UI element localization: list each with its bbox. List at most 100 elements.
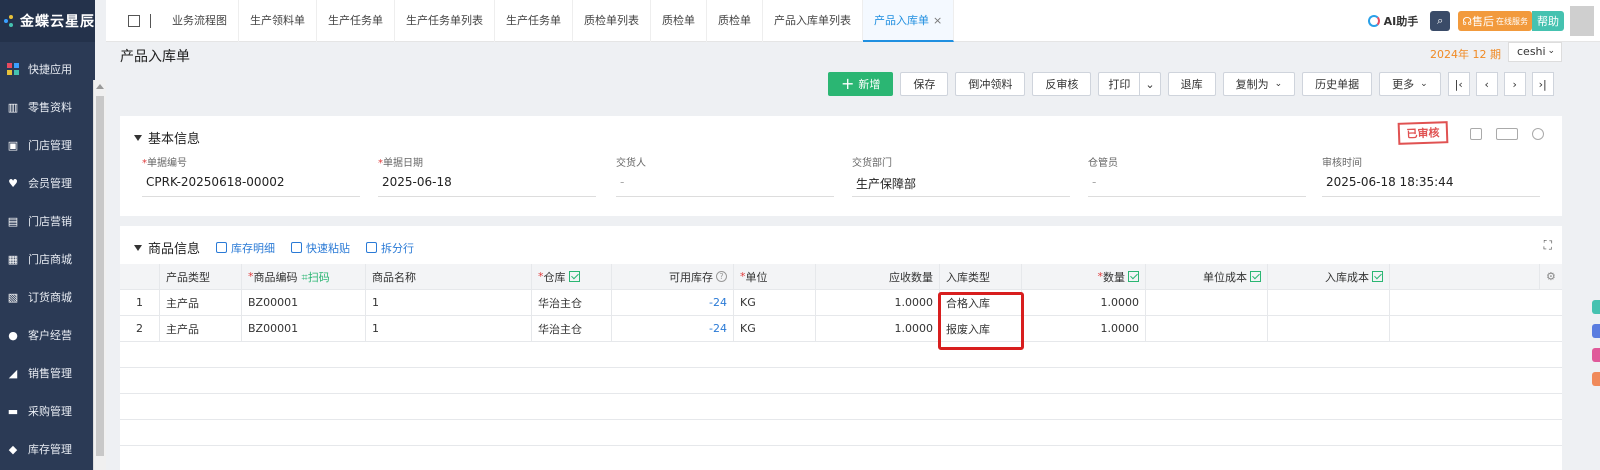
empty-row[interactable]	[120, 420, 1562, 446]
quick-paste-link[interactable]: 快速粘贴	[291, 240, 350, 256]
tab-production-task-list[interactable]: 生产任务单列表	[395, 0, 495, 42]
sidebar-item-store-marketing[interactable]: ▤ 门店营销	[0, 202, 95, 240]
help-button[interactable]: 帮助	[1532, 11, 1564, 31]
gear-icon[interactable]	[1532, 128, 1544, 140]
plus-icon: +	[841, 74, 855, 93]
empty-row[interactable]	[120, 368, 1562, 394]
next-record-button[interactable]: ›	[1503, 72, 1526, 96]
sidebar-item-store-mall[interactable]: ▦ 门店商城	[0, 240, 95, 278]
last-record-button[interactable]: ›|	[1531, 72, 1554, 96]
batch-edit-icon[interactable]	[1372, 271, 1383, 282]
tab-production-task-2[interactable]: 生产任务单	[495, 0, 573, 42]
reverse-picking-button[interactable]: 倒冲领料	[955, 72, 1026, 96]
scrollbar-thumb[interactable]	[96, 96, 104, 456]
tab-production-task[interactable]: 生产任务单	[317, 0, 395, 42]
cell-warehouse[interactable]: 华治主仓	[532, 316, 612, 341]
float-tool-icon[interactable]	[1592, 300, 1600, 314]
batch-edit-icon[interactable]	[1128, 271, 1139, 282]
collapse-triangle-icon[interactable]	[134, 244, 142, 251]
scan-button[interactable]: ⌗扫码	[302, 269, 330, 285]
empty-row[interactable]	[120, 446, 1562, 470]
fullscreen-icon[interactable]: ⛶	[1544, 238, 1552, 253]
tab-product-inbound-list[interactable]: 产品入库单列表	[763, 0, 863, 42]
cell-in-cost[interactable]	[1268, 290, 1390, 315]
copy-as-button[interactable]: 复制为 ⌄	[1222, 72, 1296, 96]
delivery-dept-value[interactable]: 生产保障部	[852, 175, 1070, 197]
deliverer-value[interactable]: -	[616, 175, 834, 197]
cell-type[interactable]: 主产品	[160, 290, 242, 315]
prev-record-button[interactable]: ‹	[1475, 72, 1498, 96]
cell-unit[interactable]: KG	[734, 316, 816, 341]
sidebar-item-purchase-management[interactable]: ▬ 采购管理	[0, 392, 95, 430]
sidebar-item-order-mall[interactable]: ▧ 订货商城	[0, 278, 95, 316]
empty-row[interactable]	[120, 342, 1562, 368]
tab-qc-list[interactable]: 质检单列表	[573, 0, 651, 42]
cell-name[interactable]: 1	[366, 290, 532, 315]
close-icon[interactable]: ×	[933, 14, 942, 27]
cell-qty[interactable]: 1.0000	[1022, 290, 1146, 315]
save-button[interactable]: 保存	[900, 72, 949, 96]
sidebar-item-retail-data[interactable]: ▥ 零售资料	[0, 88, 95, 126]
help-icon[interactable]: ?	[716, 271, 727, 282]
cell-qty[interactable]: 1.0000	[1022, 316, 1146, 341]
sidebar: 金蝶云星辰 快捷应用 ▥ 零售资料 ▣ 门店管理 ♥ 会员管理 ▤ 门店营销 ▦ 门店商城…	[0, 0, 95, 470]
brand-logo[interactable]: 金蝶云星辰	[0, 0, 95, 42]
sidebar-item-quick-apps[interactable]: 快捷应用	[0, 50, 95, 88]
tab-qc-2[interactable]: 质检单	[707, 0, 763, 42]
unaudit-button[interactable]: 反审核	[1032, 72, 1092, 96]
cell-unit[interactable]: KG	[734, 290, 816, 315]
tab-business-flow[interactable]: 业务流程图	[161, 0, 239, 42]
cell-name[interactable]: 1	[366, 316, 532, 341]
first-record-button[interactable]: |‹	[1447, 72, 1470, 96]
cell-stock[interactable]: -24	[612, 316, 734, 341]
split-row-link[interactable]: 拆分行	[366, 240, 414, 256]
table-row[interactable]: 1 主产品 BZ00001 1 华治主仓 -24 KG 1.0000 合格入库 …	[120, 290, 1562, 316]
cell-code[interactable]: BZ00001	[242, 316, 366, 341]
cell-stock[interactable]: -24	[612, 290, 734, 315]
home-icon[interactable]	[128, 14, 140, 27]
service-button[interactable]: ☊ 售后 在线服务	[1458, 11, 1532, 31]
avatar[interactable]	[1570, 6, 1594, 36]
keyboard-icon[interactable]	[1496, 128, 1518, 140]
scroll-up-arrow-icon[interactable]	[96, 84, 104, 89]
accounting-period[interactable]: 2024年 12 期	[1430, 46, 1501, 62]
float-tool-icon[interactable]	[1592, 324, 1600, 338]
tab-production-picking[interactable]: 生产领料单	[239, 0, 317, 42]
ai-assistant-button[interactable]: AI助手	[1367, 13, 1418, 29]
sidebar-item-sales-management[interactable]: ◢ 销售管理	[0, 354, 95, 392]
sidebar-item-inventory-management[interactable]: ◆ 库存管理	[0, 430, 95, 468]
batch-edit-icon[interactable]	[1250, 271, 1261, 282]
sidebar-item-customer-operation[interactable]: ● 客户经营	[0, 316, 95, 354]
stock-detail-link[interactable]: 库存明细	[216, 240, 275, 256]
float-tool-icon[interactable]	[1592, 348, 1600, 362]
sidebar-scrollbar[interactable]	[93, 80, 106, 470]
cell-unit-cost[interactable]	[1146, 316, 1268, 341]
cell-type[interactable]: 主产品	[160, 316, 242, 341]
history-button[interactable]: 历史单据	[1302, 72, 1373, 96]
warehouse-keeper-value[interactable]: -	[1088, 175, 1306, 197]
cell-in-cost[interactable]	[1268, 316, 1390, 341]
doc-number-value[interactable]: CPRK-20250618-00002	[142, 175, 360, 197]
cell-code[interactable]: BZ00001	[242, 290, 366, 315]
user-select[interactable]: ceshi ⌄	[1508, 42, 1562, 62]
search-button[interactable]: ⌕	[1430, 11, 1451, 31]
print-button[interactable]: 打印 ⌄	[1098, 72, 1161, 96]
empty-row[interactable]	[120, 394, 1562, 420]
sidebar-item-store-management[interactable]: ▣ 门店管理	[0, 126, 95, 164]
more-button[interactable]: 更多 ⌄	[1379, 72, 1441, 96]
return-button[interactable]: 退库	[1167, 72, 1216, 96]
cell-warehouse[interactable]: 华治主仓	[532, 290, 612, 315]
attachment-icon[interactable]	[1470, 128, 1482, 140]
gear-icon[interactable]: ⚙	[1540, 264, 1562, 289]
sidebar-item-member-management[interactable]: ♥ 会员管理	[0, 164, 95, 202]
doc-date-value[interactable]: 2025-06-18	[378, 175, 596, 197]
table-row[interactable]: 2 主产品 BZ00001 1 华治主仓 -24 KG 1.0000 报废入库 …	[120, 316, 1562, 342]
chevron-down-icon[interactable]: ⌄	[1139, 73, 1159, 95]
tab-qc[interactable]: 质检单	[651, 0, 707, 42]
float-tool-icon[interactable]	[1592, 372, 1600, 386]
cell-unit-cost[interactable]	[1146, 290, 1268, 315]
new-button[interactable]: + 新增	[828, 72, 894, 96]
basic-info-header[interactable]: 基本信息	[134, 128, 200, 147]
batch-edit-icon[interactable]	[568, 271, 580, 282]
tab-product-inbound[interactable]: 产品入库单 ×	[863, 0, 955, 42]
